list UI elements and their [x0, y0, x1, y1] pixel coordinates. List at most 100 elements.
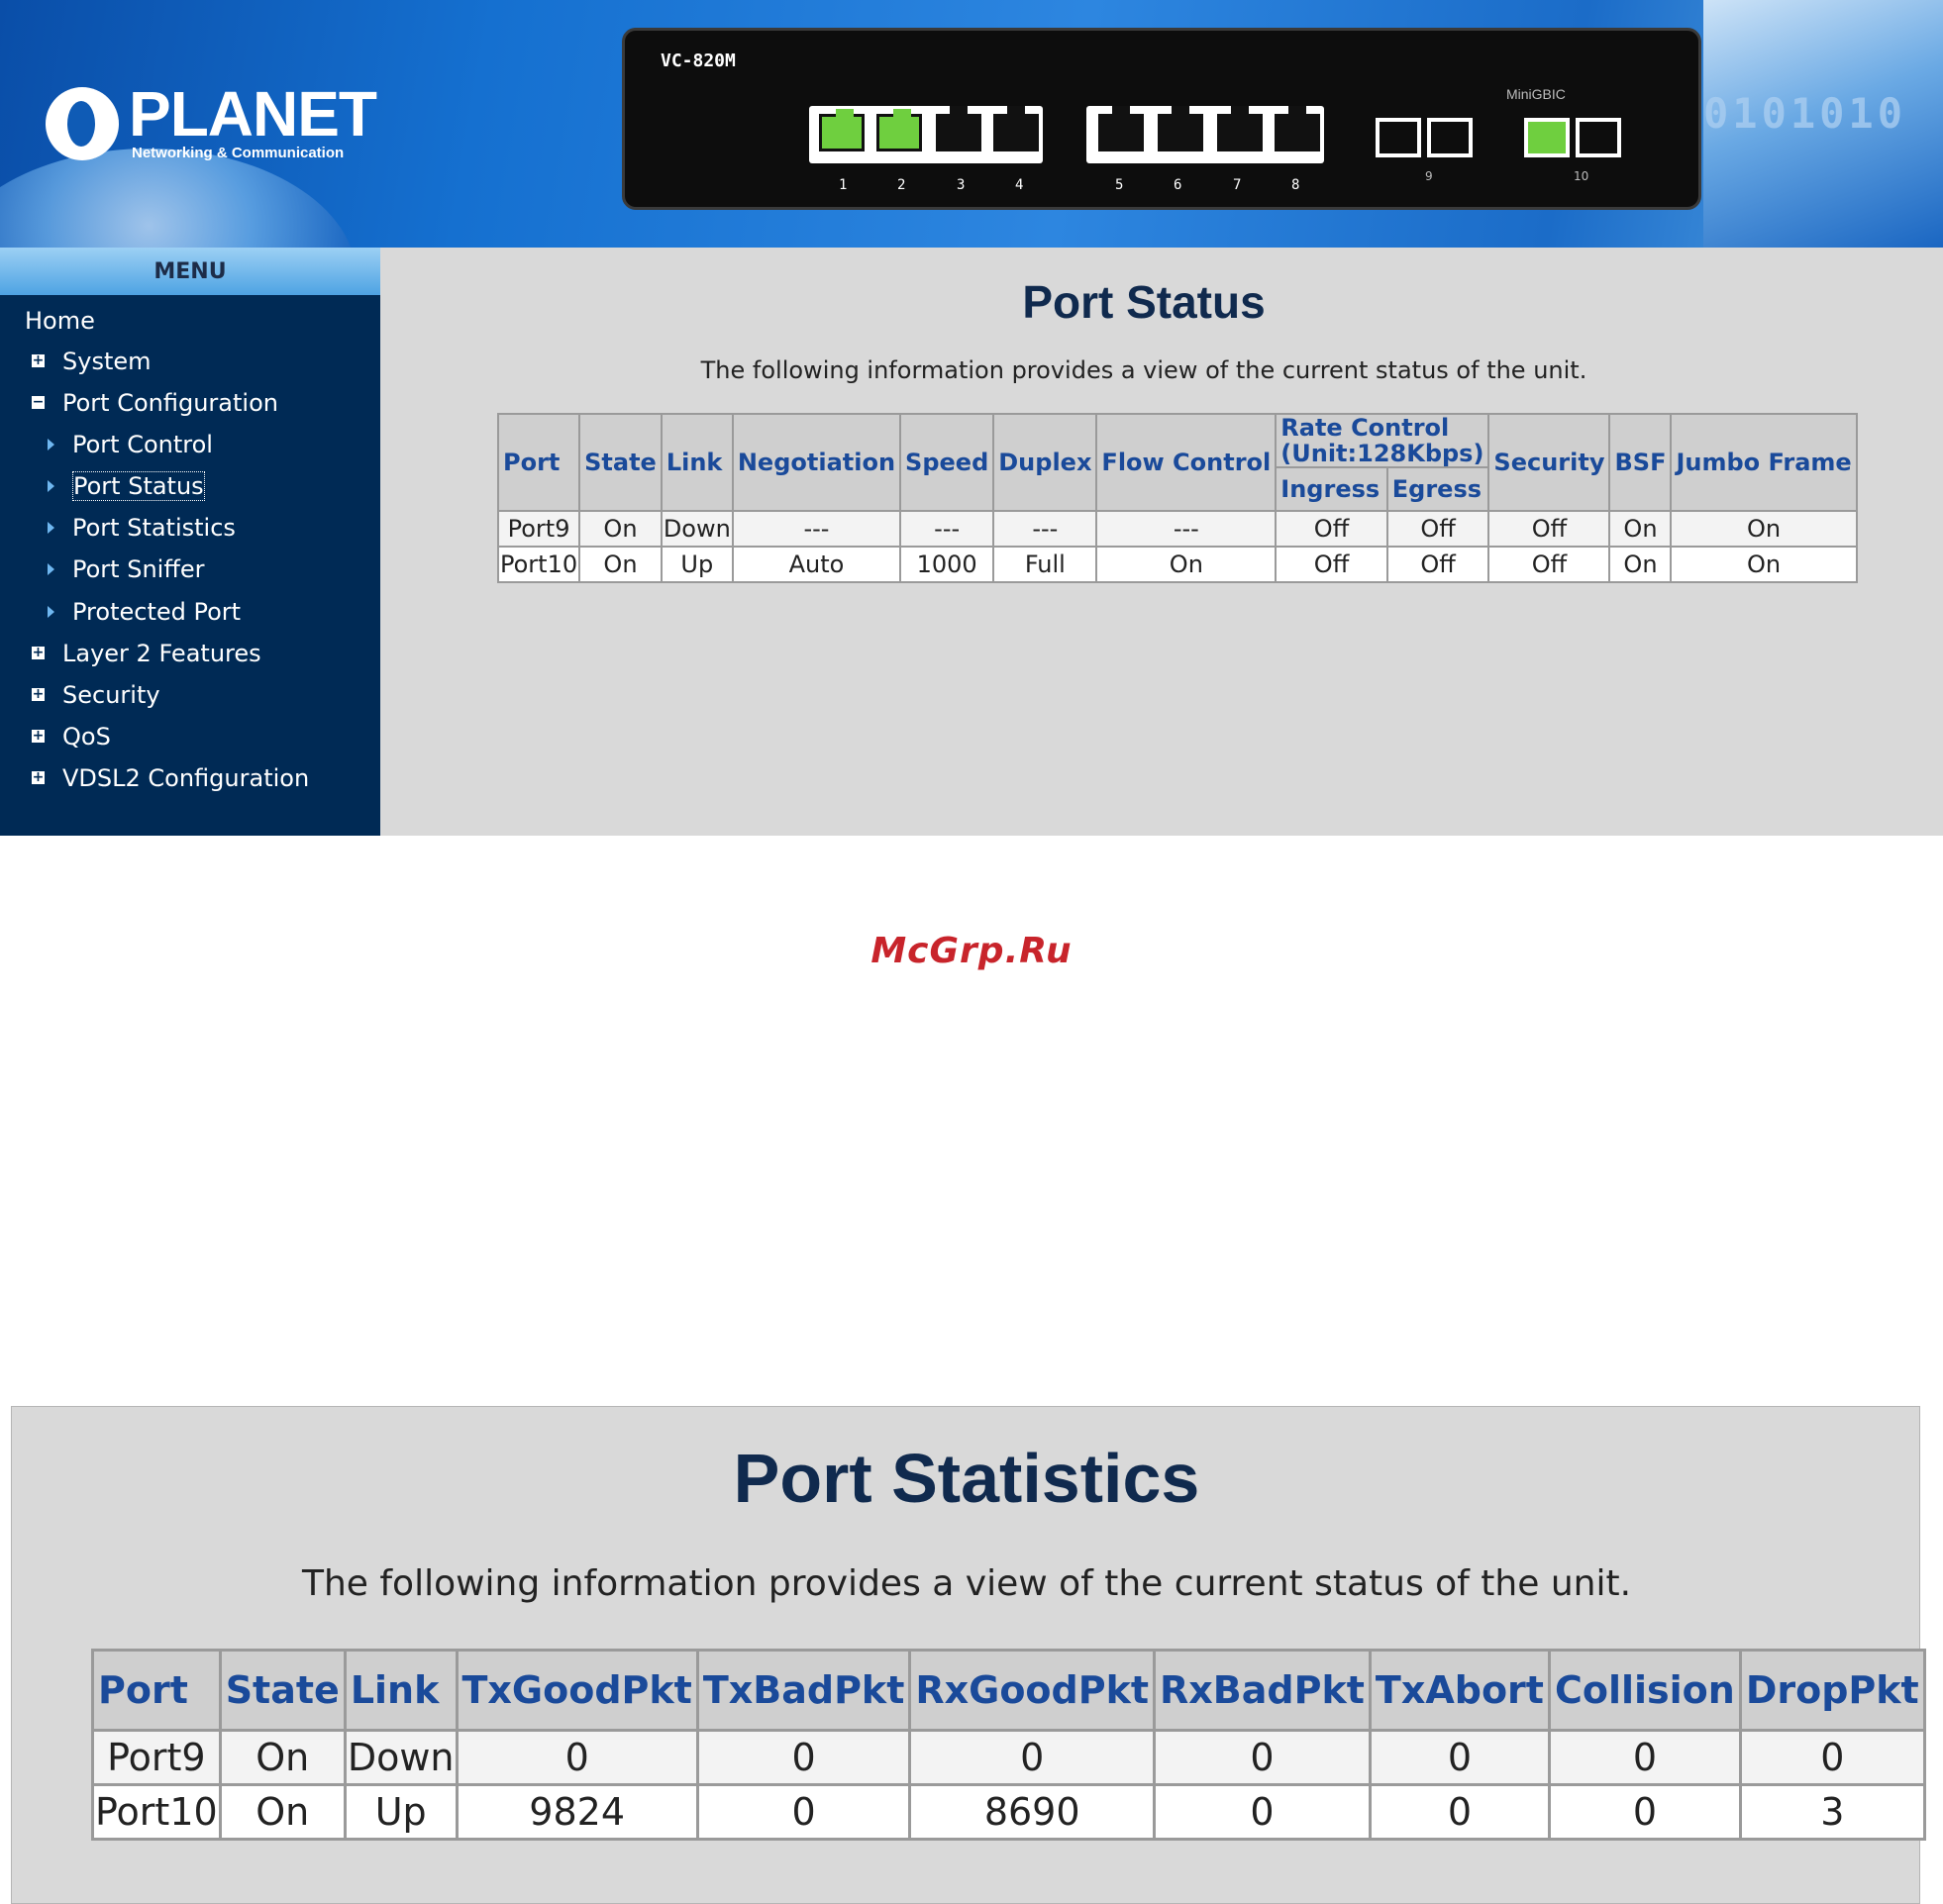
- table-cell: 3: [1738, 1783, 1926, 1841]
- port-7-icon[interactable]: [1217, 106, 1263, 151]
- sidebar-item-layer2-features[interactable]: + Layer 2 Features: [32, 640, 261, 667]
- page-description: The following information provides a vie…: [301, 1563, 1632, 1604]
- table-cell: 0: [1738, 1729, 1926, 1786]
- table-cell: On: [1670, 510, 1858, 548]
- col-header-state: State: [218, 1649, 347, 1732]
- col-header-rate-control: Rate Control (Unit:128Kbps): [1275, 413, 1490, 468]
- arrow-right-icon: [48, 480, 54, 492]
- col-header-port: Port: [91, 1649, 222, 1732]
- table-cell: Port9: [91, 1729, 222, 1786]
- port-3-icon[interactable]: [936, 106, 981, 151]
- col-header-state: State: [578, 413, 663, 512]
- table-cell: ---: [1095, 510, 1278, 548]
- sidebar-item-label: VDSL2 Configuration: [62, 764, 310, 792]
- table-cell: Port10: [496, 546, 581, 583]
- sidebar-item-system[interactable]: + System: [32, 348, 152, 375]
- table-cell: On: [1608, 546, 1673, 583]
- sidebar-item-label: Layer 2 Features: [62, 640, 261, 667]
- port-8-icon[interactable]: [1275, 106, 1320, 151]
- port-9-copper-icon[interactable]: [1376, 118, 1421, 157]
- col-header-bsf: BSF: [1608, 413, 1673, 512]
- table-cell: Down: [660, 510, 734, 548]
- port-9-sfp-icon[interactable]: [1427, 118, 1473, 157]
- sidebar-item-port-sniffer[interactable]: Port Sniffer: [48, 555, 205, 583]
- minus-box-icon[interactable]: −: [32, 395, 45, 409]
- col-header-egress: Egress: [1385, 466, 1490, 512]
- port-number: 5: [1115, 177, 1124, 193]
- port-2-led-icon[interactable]: [876, 109, 922, 151]
- sidebar-item-home[interactable]: Home: [25, 307, 95, 335]
- table-cell: Port10: [91, 1783, 222, 1841]
- table-cell: On: [578, 510, 663, 548]
- sidebar-item-label: Port Sniffer: [72, 555, 205, 583]
- port-10-sfp-icon[interactable]: [1576, 118, 1621, 157]
- table-cell: ---: [731, 510, 902, 548]
- table-cell: 9824: [455, 1783, 699, 1841]
- sidebar-item-port-statistics[interactable]: Port Statistics: [48, 514, 236, 542]
- port-1-led-icon[interactable]: [819, 109, 865, 151]
- port-5-icon[interactable]: [1098, 106, 1144, 151]
- sfp-number: 9: [1425, 169, 1433, 183]
- sidebar-item-port-configuration[interactable]: − Port Configuration: [32, 389, 278, 417]
- sidebar-item-vdsl2-configuration[interactable]: + VDSL2 Configuration: [32, 764, 310, 792]
- main-content: Port Status The following information pr…: [380, 248, 1943, 836]
- table-cell: Full: [992, 546, 1098, 583]
- port-number: 4: [1015, 177, 1024, 193]
- port-number: 8: [1291, 177, 1300, 193]
- menu-title: MENU: [0, 248, 380, 295]
- port-group-5-8: [1086, 106, 1324, 163]
- plus-box-icon[interactable]: +: [32, 646, 45, 659]
- table-cell: ---: [899, 510, 995, 548]
- sidebar-item-protected-port[interactable]: Protected Port: [48, 598, 241, 626]
- table-cell: 0: [1368, 1783, 1551, 1841]
- port-group-1-4: [809, 106, 1043, 163]
- table-cell: Up: [660, 546, 734, 583]
- table-cell: 8690: [908, 1783, 1157, 1841]
- logo-text: PLANET: [129, 78, 377, 150]
- arrow-right-icon: [48, 522, 54, 534]
- col-header-link: Link: [660, 413, 734, 512]
- planet-logo-icon: [46, 87, 119, 160]
- table-cell: Off: [1385, 510, 1490, 548]
- sidebar-menu: MENU Home + System − Port Configuration …: [0, 248, 380, 836]
- sidebar-item-port-status[interactable]: Port Status: [48, 471, 205, 501]
- port-10-copper-led-icon[interactable]: [1524, 118, 1570, 157]
- col-header-txabort: TxAbort: [1368, 1649, 1551, 1732]
- table-cell: Up: [343, 1783, 459, 1841]
- plus-box-icon[interactable]: +: [32, 687, 45, 701]
- sidebar-item-label: Port Configuration: [62, 389, 278, 417]
- page-title: Port Status: [1022, 276, 1266, 328]
- col-header-speed: Speed: [899, 413, 995, 512]
- table-cell: Off: [1275, 510, 1388, 548]
- page-description: The following information provides a vie…: [700, 356, 1587, 384]
- col-header-flow-control: Flow Control: [1095, 413, 1278, 512]
- table-cell: 0: [1368, 1729, 1551, 1786]
- plus-box-icon[interactable]: +: [32, 770, 45, 784]
- table-cell: Off: [1385, 546, 1490, 583]
- port-number: 1: [839, 177, 848, 193]
- table-cell: Auto: [731, 546, 902, 583]
- table-cell: 0: [1153, 1783, 1372, 1841]
- port-4-icon[interactable]: [993, 106, 1039, 151]
- col-header-txgoodpkt: TxGoodPkt: [455, 1649, 699, 1732]
- col-header-ingress: Ingress: [1275, 466, 1388, 512]
- table-row: Port10 On Up 9824 0 8690 0 0 0 3: [91, 1783, 1926, 1841]
- col-header-rxgoodpkt: RxGoodPkt: [908, 1649, 1157, 1732]
- logo-subtitle: Networking & Communication: [132, 145, 345, 161]
- table-cell: On: [218, 1783, 347, 1841]
- table-cell: On: [1608, 510, 1673, 548]
- port-statistics-screenshot: Port Statistics The following informatio…: [11, 1406, 1926, 1904]
- plus-box-icon[interactable]: +: [32, 353, 45, 367]
- sidebar-item-port-control[interactable]: Port Control: [48, 431, 213, 458]
- plus-box-icon[interactable]: +: [32, 729, 45, 743]
- port-6-icon[interactable]: [1158, 106, 1203, 151]
- sidebar-item-label: System: [62, 348, 152, 375]
- sidebar-item-security[interactable]: + Security: [32, 681, 160, 709]
- table-cell: On: [578, 546, 663, 583]
- banner-header: 0101010 PLANET Networking & Communicatio…: [0, 0, 1943, 248]
- sidebar-item-label: Port Status: [72, 471, 205, 501]
- table-cell: 0: [695, 1783, 912, 1841]
- sidebar-item-label: Port Control: [72, 431, 213, 458]
- minigbic-label: MiniGBIC: [1506, 86, 1566, 102]
- sidebar-item-qos[interactable]: + QoS: [32, 723, 111, 751]
